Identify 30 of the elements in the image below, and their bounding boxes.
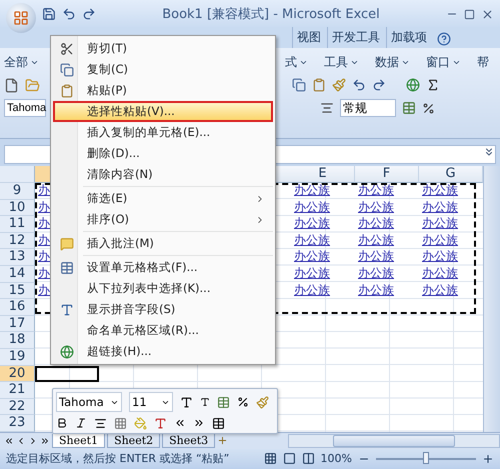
table-cell: 办公族 [294, 266, 330, 280]
table-cell: 办 [38, 216, 50, 230]
table-cell: 办 [38, 266, 50, 280]
table-cell: 办公族 [422, 266, 458, 280]
table-cell: 办 [38, 282, 50, 297]
table-cell: 办公族 [294, 216, 330, 230]
table-cell: 办公族 [422, 183, 458, 197]
table-cell: 办公族 [422, 249, 458, 264]
table-cell: 办公族 [294, 232, 330, 247]
table-cell: 办公族 [358, 232, 394, 247]
table-cell: 办公族 [358, 282, 394, 297]
table-cell: 办公族 [294, 200, 330, 214]
table-cell: 办公族 [358, 266, 394, 280]
table-cell: 办公族 [422, 282, 458, 297]
table-cell: 办公族 [422, 200, 458, 214]
table-cell: 办公族 [358, 249, 394, 264]
table-cell: 办公族 [294, 282, 330, 297]
status-message: 选定目标区域，然后按 ENTER 或选择 “粘贴” [6, 451, 230, 466]
table-cell: 办公族 [422, 216, 458, 230]
table-cell: 办公族 [294, 249, 330, 264]
table-cell: 办 [38, 249, 50, 264]
table-cell: 办 [38, 232, 50, 247]
zoom-level: 100% [320, 452, 352, 466]
table-cell: 办 [38, 200, 50, 214]
table-cell: 办 [38, 183, 50, 197]
table-cell: 办公族 [294, 183, 330, 197]
table-cell: 办公族 [358, 200, 394, 214]
table-cell: 办公族 [358, 216, 394, 230]
table-cell: 办公族 [422, 232, 458, 247]
window-title: Book1 [兼容模式] - Microsoft Excel [161, 6, 381, 23]
